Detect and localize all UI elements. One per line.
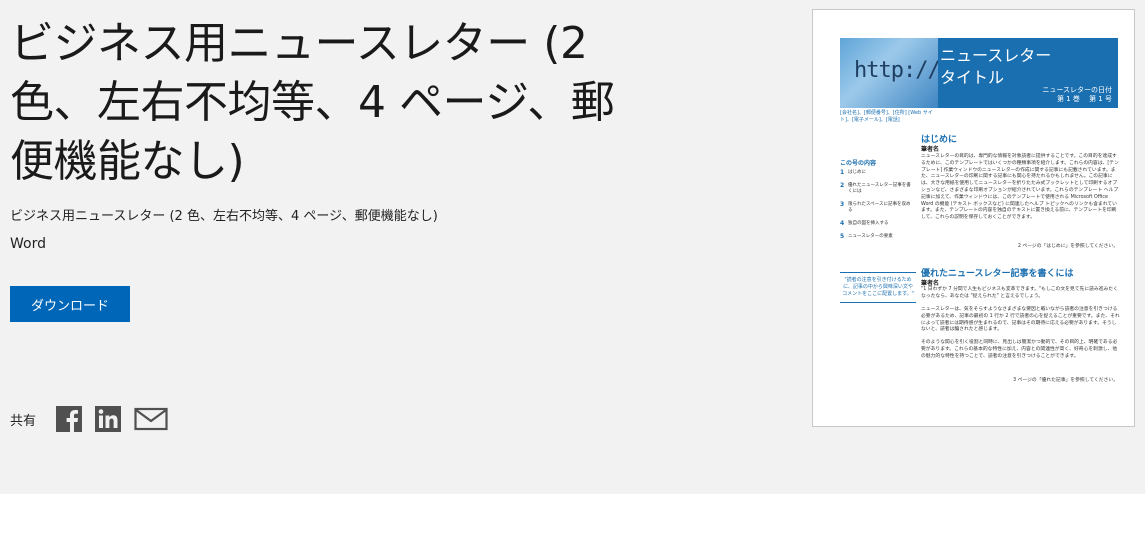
preview-section2-author: 筆者名 xyxy=(921,280,940,287)
preview-section2-body2: ニュースレターは、気をそらすようなさまざまな要因と戦いながら読者の注意を引きつけ… xyxy=(921,307,1120,333)
list-item: 2 優れたニュースレター記事を書くには xyxy=(840,183,912,195)
download-button[interactable]: ダウンロード xyxy=(10,286,130,322)
contents-text: 優れたニュースレター記事を書くには xyxy=(848,183,911,194)
preview-section1-body: ニュースレターの目的は、専門的な情報を対象読者に提供することです。この目的を達成… xyxy=(921,154,1119,221)
contents-num: 5 xyxy=(840,233,845,240)
facebook-icon[interactable] xyxy=(56,406,83,432)
banner-title-line2: タイトル xyxy=(940,68,1005,87)
list-item: 4 独自の図を挿入する xyxy=(840,221,912,227)
contents-num: 1 xyxy=(840,169,845,176)
template-preview[interactable]: http://www ニュースレター タイトル ニュースレターの日付 第 1 巻… xyxy=(812,9,1135,427)
preview-section2-body1: "1 日わずか 7 分間で人生もビジネスも変革できます。"もしこの文を見て先に読… xyxy=(921,287,1118,299)
linkedin-icon[interactable] xyxy=(95,406,122,432)
list-item: 3 限られたスペースに記事を収める xyxy=(840,202,912,214)
preview-section2-ref: 3 ページの「優れた記事」を参照してください。 xyxy=(1013,378,1118,383)
contents-text: 限られたスペースに記事を収める xyxy=(848,202,911,213)
contents-num: 4 xyxy=(840,220,845,227)
contents-text: ニュースレターの要素 xyxy=(848,234,893,239)
contents-text: はじめに xyxy=(848,170,866,175)
banner-http-text: http://www xyxy=(854,58,938,83)
preview-contents-title: この号の内容 xyxy=(840,160,877,167)
banner-title-line1: ニュースレター xyxy=(940,46,1052,65)
contents-text: 独自の図を挿入する xyxy=(848,221,889,226)
preview-contents-list: 1 はじめに 2 優れたニュースレター記事を書くには 3 限られたスペースに記事を収め… xyxy=(840,170,912,247)
list-item: 1 はじめに xyxy=(840,170,912,176)
mail-icon[interactable] xyxy=(134,406,168,432)
page-title: ビジネス用ニュースレター (2 色、左右不均等、4 ページ、郵便機能なし) xyxy=(10,18,615,187)
preview-section2-body3: そのような関心を引く役割と同時に、見出しは簡潔かつ動的で、その目的上、明確である… xyxy=(921,340,1118,359)
preview-section2-heading: 優れたニュースレター記事を書くには xyxy=(921,269,1074,279)
app-name: Word xyxy=(10,236,46,252)
banner-date: ニュースレターの日付 第 1 巻 第 1 号 xyxy=(1042,86,1112,104)
contents-num: 2 xyxy=(840,182,845,189)
preview-banner: http://www ニュースレター タイトル ニュースレターの日付 第 1 巻… xyxy=(840,38,1118,108)
preview-section1-author: 筆者名 xyxy=(921,146,940,153)
share-bar: 共有 xyxy=(10,405,181,433)
banner-volume-text: 第 1 巻 第 1 号 xyxy=(1056,95,1112,103)
preview-contact: [会社名]、[郵便番号]、[住所] [Web サイト]、[電子メール]、[電話] xyxy=(840,110,933,123)
template-detail-panel: ビジネス用ニュースレター (2 色、左右不均等、4 ページ、郵便機能なし) ビジ… xyxy=(0,0,1145,494)
preview-section1-ref: 2 ページの「はじめに」を参照してください。 xyxy=(1017,244,1118,249)
banner-image: http://www xyxy=(840,38,938,108)
template-description: ビジネス用ニュースレター (2 色、左右不均等、4 ページ、郵便機能なし) xyxy=(10,209,438,224)
contents-num: 3 xyxy=(840,201,845,208)
preview-pullquote: "読者の注意を引き付けるために、記事の中から興味深い文やコメントをここに配置しま… xyxy=(840,272,916,303)
banner-date-text: ニュースレターの日付 xyxy=(1042,86,1112,94)
share-label: 共有 xyxy=(10,413,37,429)
list-item: 5 ニュースレターの要素 xyxy=(840,234,912,240)
